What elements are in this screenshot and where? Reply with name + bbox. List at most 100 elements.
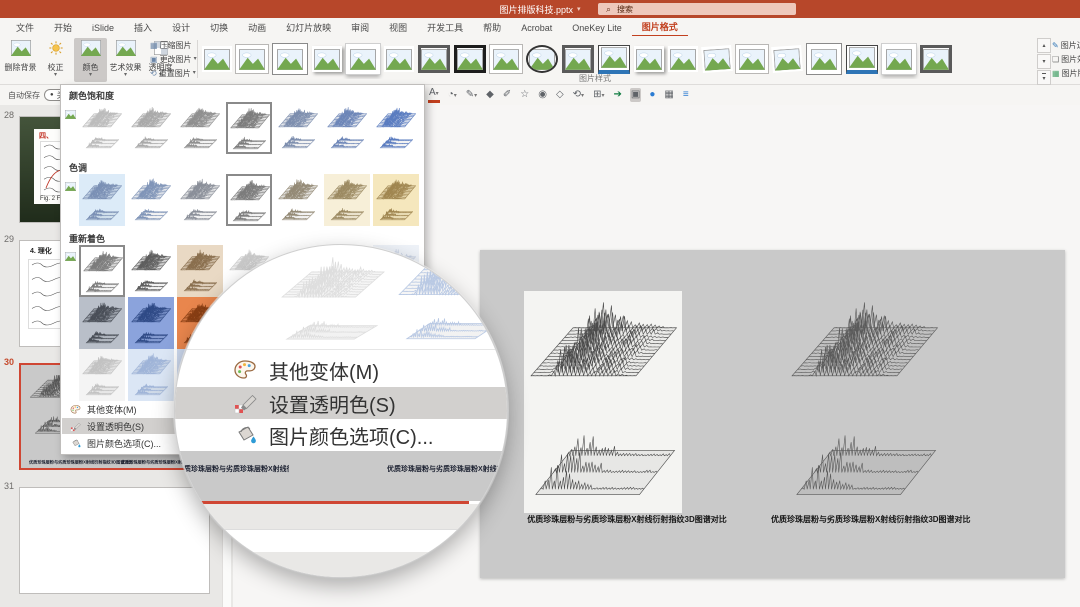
tab-2[interactable]: iSlide xyxy=(82,20,124,35)
xrd-3d-picture-right[interactable] xyxy=(785,291,945,513)
slide29-title: 4. 理化 xyxy=(30,248,52,255)
mini-toolbar-icon-7[interactable]: ◇ xyxy=(555,88,565,102)
tab-picture-format[interactable]: 图片格式 xyxy=(631,17,688,37)
color-variant-thumbnail[interactable] xyxy=(324,102,370,154)
ribbon-button-corrections[interactable]: 校正 ▾ xyxy=(39,38,72,82)
picture-style-thumbnail[interactable] xyxy=(701,44,733,74)
tab-12[interactable]: Acrobat xyxy=(511,20,562,35)
picture-style-thumbnail[interactable] xyxy=(312,46,342,72)
picture-style-thumbnail[interactable] xyxy=(202,46,232,72)
tab-6[interactable]: 动画 xyxy=(238,18,276,36)
ribbon-button-color[interactable]: 颜色 ▾ xyxy=(74,38,107,82)
set-transparent-color-icon xyxy=(70,421,81,432)
picture-style-thumbnail[interactable] xyxy=(806,43,842,75)
color-variant-thumbnail[interactable] xyxy=(177,245,223,297)
picture-style-thumbnail[interactable] xyxy=(771,44,803,74)
color-variant-thumbnail[interactable] xyxy=(275,174,321,226)
mini-toolbar-icon-6[interactable]: ◉ xyxy=(537,88,548,102)
color-variant-thumbnail[interactable] xyxy=(79,102,125,154)
xrd-3d-picture-left[interactable] xyxy=(524,291,682,513)
ribbon-button-reset-picture[interactable]: ⟲ 重置图片 ▾ xyxy=(150,67,200,79)
mini-toolbar-icon-14[interactable]: ≡ xyxy=(682,88,690,102)
picture-style-thumbnail[interactable] xyxy=(384,46,414,72)
mini-toolbar-icon-9[interactable]: ⊞▾ xyxy=(592,88,605,103)
picture-style-thumbnail[interactable] xyxy=(846,44,878,74)
tab-11[interactable]: 帮助 xyxy=(473,18,511,36)
color-variant-thumbnail[interactable] xyxy=(373,174,419,226)
mini-toolbar-icon-8[interactable]: ⟲▾ xyxy=(572,88,585,103)
ribbon-button-change-picture[interactable]: ▣ 更改图片 ▾ xyxy=(150,53,200,65)
gallery-down-button[interactable]: ▾ xyxy=(1037,54,1051,69)
color-variant-thumbnail[interactable] xyxy=(79,174,125,226)
mini-toolbar-icon-4[interactable]: ✐ xyxy=(502,88,512,102)
tab-4[interactable]: 设计 xyxy=(162,18,200,36)
picture-style-thumbnail[interactable] xyxy=(526,45,558,73)
tab-13[interactable]: OneKey Lite xyxy=(562,20,632,35)
gallery-more-button[interactable]: ▾ xyxy=(1037,70,1051,85)
picture-style-thumbnail[interactable] xyxy=(562,45,594,73)
gallery-up-button[interactable]: ▴ xyxy=(1037,38,1051,53)
tab-7[interactable]: 幻灯片放映 xyxy=(276,18,341,36)
picture-style-thumbnail[interactable] xyxy=(668,46,698,72)
saturation-section-icon xyxy=(65,109,76,120)
ribbon-button-artistic-effects[interactable]: 艺术效果 ▾ xyxy=(109,38,142,82)
color-variant-thumbnail[interactable] xyxy=(128,349,174,401)
color-variant-thumbnail[interactable] xyxy=(128,102,174,154)
picture-style-thumbnail[interactable] xyxy=(418,45,450,73)
tab-3[interactable]: 插入 xyxy=(124,18,162,36)
color-variant-thumbnail[interactable] xyxy=(79,297,125,349)
tab-9[interactable]: 视图 xyxy=(379,18,417,36)
mini-toolbar-icon-13[interactable]: ▦ xyxy=(663,88,674,102)
mini-toolbar-icon-11[interactable]: ▣ xyxy=(629,88,642,102)
color-variant-thumbnail[interactable] xyxy=(373,102,419,154)
mini-toolbar-icon-2[interactable]: ✎▾ xyxy=(465,88,478,103)
tab-8[interactable]: 审阅 xyxy=(341,18,379,36)
color-variant-thumbnail[interactable] xyxy=(177,102,223,154)
ribbon-button-picture-border[interactable]: ✎ 图片边框 xyxy=(1052,39,1080,51)
color-variant-thumbnail[interactable] xyxy=(79,245,125,297)
title-caret-icon[interactable]: ▾ xyxy=(577,5,581,13)
picture-style-thumbnail[interactable] xyxy=(920,45,952,73)
tab-10[interactable]: 开发工具 xyxy=(417,18,473,36)
color-variant-thumbnail[interactable] xyxy=(275,102,321,154)
color-variant-thumbnail[interactable] xyxy=(128,245,174,297)
picture-style-thumbnail[interactable] xyxy=(272,43,308,75)
color-variant-thumbnail[interactable] xyxy=(226,102,272,154)
xrd-ridge-plot xyxy=(530,409,676,506)
color-variant-thumbnail[interactable] xyxy=(128,174,174,226)
mini-toolbar-icon-0[interactable]: A▾ xyxy=(428,87,440,103)
color-variant-thumbnail[interactable] xyxy=(128,297,174,349)
picture-style-thumbnail[interactable] xyxy=(454,45,486,73)
ghost-plot xyxy=(283,313,379,346)
magnifier-loupe: 其他变体(M) 设置透明色(S) 图片颜色选项(C)... 优质珍珠层粉与劣质珍… xyxy=(174,244,508,578)
mini-toolbar-icon-3[interactable]: ◆ xyxy=(485,88,495,102)
picture-style-thumbnail[interactable] xyxy=(345,43,381,75)
picture-style-thumbnail[interactable] xyxy=(881,43,917,75)
loupe-menu-item-more-variants[interactable]: 其他变体(M) xyxy=(175,353,507,387)
slide-30-canvas[interactable]: 优质珍珠层粉与劣质珍珠层粉X射线衍射指纹3D图谱对比 优质珍珠层粉与劣质珍珠层粉… xyxy=(480,250,1065,578)
mini-toolbar-icon-12[interactable]: ● xyxy=(648,88,656,102)
loupe-menu-item-set-transparent-color[interactable]: 设置透明色(S) xyxy=(175,387,507,419)
search-box[interactable]: ⌕ 搜索 xyxy=(598,3,796,15)
color-variant-thumbnail[interactable] xyxy=(324,174,370,226)
picture-style-thumbnail[interactable] xyxy=(634,46,664,72)
picture-style-thumbnail[interactable] xyxy=(735,44,769,74)
recolor-section-icon xyxy=(65,251,76,262)
ribbon-button-compress-picture[interactable]: ▦ 压缩图片 xyxy=(150,39,200,51)
picture-style-thumbnail[interactable] xyxy=(489,44,523,74)
ribbon-button-picture-effects[interactable]: ❏ 图片效果 xyxy=(1052,53,1080,65)
tab-1[interactable]: 开始 xyxy=(44,18,82,36)
picture-style-thumbnail[interactable] xyxy=(235,44,269,74)
mini-toolbar-icon-5[interactable]: ☆ xyxy=(519,88,530,102)
mini-toolbar-icon-10[interactable]: ➔ xyxy=(612,88,622,102)
mini-toolbar-icon-1[interactable]: ◔▾ xyxy=(447,88,458,103)
color-variant-thumbnail[interactable] xyxy=(177,174,223,226)
picture-style-thumbnail[interactable] xyxy=(598,44,630,74)
tab-0[interactable]: 文件 xyxy=(6,18,44,36)
color-variant-thumbnail[interactable] xyxy=(79,349,125,401)
ribbon-button-remove-background[interactable]: 删除背景 xyxy=(4,38,37,82)
color-variant-thumbnail[interactable] xyxy=(226,174,272,226)
ribbon-button-picture-layout[interactable]: ▦ 图片版式 xyxy=(1052,67,1080,79)
tab-5[interactable]: 切换 xyxy=(200,18,238,36)
loupe-menu-item-picture-color-options[interactable]: 图片颜色选项(C)... xyxy=(175,419,507,451)
